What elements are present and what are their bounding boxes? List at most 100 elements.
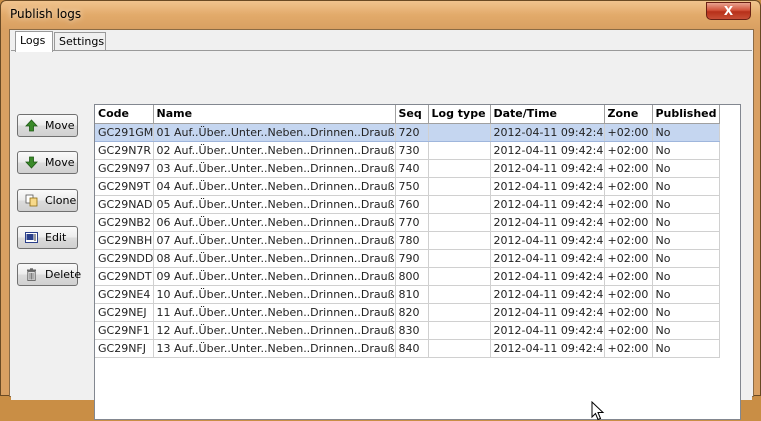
column-header[interactable]: Published — [652, 105, 720, 124]
table-cell — [428, 231, 491, 250]
column-header[interactable]: Code — [95, 105, 154, 124]
table-row[interactable]: GC29NB2 06 Auf..Über..Unter..Neben..Drinn… — [95, 213, 720, 232]
move-down-label: Move — [45, 156, 75, 169]
table-cell: 2012-04-11 09:42:40 — [490, 123, 605, 142]
close-icon: X — [723, 4, 734, 18]
table-cell — [428, 159, 491, 178]
table-cell: +02:00 — [604, 303, 653, 322]
logs-tab-panel: Move Move Clone Edit Delete Code Name Se… — [11, 50, 752, 421]
table-cell: 2012-04-11 09:42:40 — [490, 141, 605, 160]
table-cell — [428, 339, 491, 358]
table-cell — [428, 123, 491, 142]
column-header[interactable]: Date/Time — [490, 105, 605, 124]
table-row[interactable]: GC29NDD 08 Auf..Über..Unter..Neben..Drinn… — [95, 249, 720, 268]
table-cell: 810 — [395, 285, 429, 304]
table-cell — [428, 213, 491, 232]
publish-logs-window: Publish logs X Logs Settings Move Move C… — [0, 0, 761, 421]
move-up-label: Move — [45, 119, 75, 132]
table-cell: +02:00 — [604, 141, 653, 160]
move-down-button[interactable]: Move — [17, 151, 78, 174]
arrow-up-icon — [25, 119, 38, 132]
table-row[interactable]: GC29N9T 04 Auf..Über..Unter..Neben..Drinn… — [95, 177, 720, 196]
title-bar[interactable]: Publish logs X — [1, 1, 760, 29]
table-cell: 2012-04-11 09:42:40 — [490, 231, 605, 250]
column-header[interactable]: Log type — [428, 105, 491, 124]
table-cell: 09 Auf..Über..Unter..Neben..Drinnen..Dra… — [153, 267, 396, 286]
delete-button[interactable]: Delete — [17, 263, 82, 286]
table-cell: 830 — [395, 321, 429, 340]
table-cell: 2012-04-11 09:42:40 — [490, 321, 605, 340]
table-row[interactable]: GC291GM 01 Auf..Über..Unter..Neben..Drinn… — [95, 123, 720, 142]
arrow-down-icon — [25, 156, 38, 169]
table-cell: 08 Auf..Über..Unter..Neben..Drinnen..Dra… — [153, 249, 396, 268]
table-cell: 05 Auf..Über..Unter..Neben..Drinnen..Dra… — [153, 195, 396, 214]
table-cell: +02:00 — [604, 123, 653, 142]
table-cell: No — [652, 141, 720, 160]
delete-label: Delete — [45, 268, 82, 281]
table-cell: +02:00 — [604, 321, 653, 340]
table-cell: GC29N9T — [95, 177, 154, 196]
table-cell: +02:00 — [604, 249, 653, 268]
table-cell — [428, 249, 491, 268]
table-row[interactable]: GC29N97 03 Auf..Über..Unter..Neben..Drinn… — [95, 159, 720, 178]
table-row[interactable]: GC29NEJ 11 Auf..Über..Unter..Neben..Drinn… — [95, 303, 720, 322]
table-body: GC291GM 01 Auf..Über..Unter..Neben..Drinn… — [95, 123, 720, 358]
table-cell: +02:00 — [604, 339, 653, 358]
table-cell — [428, 321, 491, 340]
table-cell: GC29NDT — [95, 267, 154, 286]
clone-icon — [25, 194, 38, 207]
table-cell: GC29NE4 — [95, 285, 154, 304]
table-cell — [428, 267, 491, 286]
edit-icon — [25, 232, 38, 243]
table-row[interactable]: GC29NE4 10 Auf..Über..Unter..Neben..Drinn… — [95, 285, 720, 304]
table-row[interactable]: GC29NDT 09 Auf..Über..Unter..Neben..Drinn… — [95, 267, 720, 286]
table-cell: 780 — [395, 231, 429, 250]
edit-button[interactable]: Edit — [17, 226, 78, 249]
table-cell: 2012-04-11 09:42:40 — [490, 159, 605, 178]
table-row[interactable]: GC29NF1 12 Auf..Über..Unter..Neben..Drinn… — [95, 321, 720, 340]
table-cell: +02:00 — [604, 159, 653, 178]
table-cell: GC29NBH — [95, 231, 154, 250]
table-cell: No — [652, 195, 720, 214]
table-cell: 2012-04-11 09:42:40 — [490, 303, 605, 322]
table-cell: GC29NAD — [95, 195, 154, 214]
table-cell: 01 Auf..Über..Unter..Neben..Drinnen..Dra… — [153, 123, 396, 142]
table-cell: No — [652, 231, 720, 250]
clone-button[interactable]: Clone — [17, 189, 78, 212]
table-cell: GC291GM — [95, 123, 154, 142]
table-row[interactable]: GC29NFJ 13 Auf..Über..Unter..Neben..Drinn… — [95, 339, 720, 358]
window-title: Publish logs — [10, 7, 82, 21]
close-button[interactable]: X — [706, 2, 751, 20]
table-cell: 770 — [395, 213, 429, 232]
table-cell: No — [652, 321, 720, 340]
table-cell: 2012-04-11 09:42:40 — [490, 267, 605, 286]
edit-label: Edit — [45, 231, 67, 244]
table-cell: No — [652, 177, 720, 196]
table-cell: 820 — [395, 303, 429, 322]
table-cell: 840 — [395, 339, 429, 358]
table-cell: +02:00 — [604, 267, 653, 286]
table-cell: No — [652, 267, 720, 286]
column-header[interactable]: Seq — [395, 105, 429, 124]
table-cell: No — [652, 213, 720, 232]
table-cell: No — [652, 123, 720, 142]
table-row[interactable]: GC29NBH 07 Auf..Über..Unter..Neben..Drinn… — [95, 231, 720, 250]
column-header[interactable]: Name — [153, 105, 396, 124]
move-up-button[interactable]: Move — [17, 114, 78, 137]
table-cell: 13 Auf..Über..Unter..Neben..Drinnen..Dra… — [153, 339, 396, 358]
column-header[interactable]: Zone — [604, 105, 653, 124]
table-cell — [428, 177, 491, 196]
table-cell: No — [652, 249, 720, 268]
table-cell: 740 — [395, 159, 429, 178]
trash-icon — [27, 268, 36, 281]
logs-grid[interactable]: Code Name Seq Log type Date/Time Zone Publishe… — [94, 104, 741, 420]
table-cell: 2012-04-11 09:42:40 — [490, 195, 605, 214]
tab-logs[interactable]: Logs — [15, 31, 53, 52]
table-row[interactable]: GC29NAD 05 Auf..Über..Unter..Neben..Drinn… — [95, 195, 720, 214]
tab-settings-label: Settings — [59, 35, 105, 48]
table-row[interactable]: GC29N7R 02 Auf..Über..Unter..Neben..Drinn… — [95, 141, 720, 160]
table-cell: GC29NEJ — [95, 303, 154, 322]
tab-settings[interactable]: Settings — [54, 32, 106, 51]
table-cell — [428, 141, 491, 160]
table-cell: 2012-04-11 09:42:40 — [490, 249, 605, 268]
